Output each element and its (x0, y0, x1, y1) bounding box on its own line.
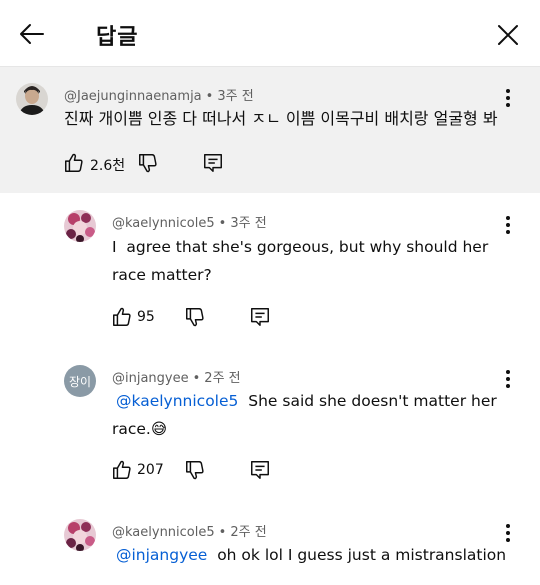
dislike-icon[interactable] (184, 306, 206, 328)
username[interactable]: @injangyee (112, 371, 189, 386)
reply-icon[interactable] (249, 459, 271, 481)
avatar[interactable] (16, 83, 48, 115)
comment-text-line: She said she doesn't matter her (248, 392, 497, 410)
like-icon[interactable] (111, 306, 133, 328)
user-photo-icon (16, 83, 48, 115)
dislike-icon[interactable] (137, 152, 159, 174)
meta-separator: • (218, 525, 227, 540)
username[interactable]: @Jaejunginnaenamja (64, 89, 202, 104)
emoji: 😅 (150, 420, 168, 438)
comment-text-line: oh ok lol I guess just a mistranslation (217, 546, 507, 564)
comment-meta: @kaelynnicole5 • 2주 전 (112, 521, 267, 540)
user-photo-icon (64, 519, 96, 551)
more-options-icon[interactable] (498, 521, 518, 545)
more-options-icon[interactable] (498, 367, 518, 391)
reply-icon[interactable] (202, 152, 224, 174)
like-count: 2.6천 (90, 158, 126, 174)
mention-link[interactable]: @injangyee (116, 546, 207, 564)
comment-text: @injangyee oh ok lol I guess just a mist… (112, 541, 506, 569)
page-title: 답글 (96, 25, 139, 50)
timestamp[interactable]: 2주 전 (204, 371, 240, 386)
timestamp[interactable]: 3주 전 (230, 216, 266, 231)
like-count: 207 (137, 462, 164, 478)
comment-text-line: race matter? (112, 266, 212, 284)
timestamp[interactable]: 3주 전 (217, 89, 253, 104)
comment-text-line: race. (112, 420, 151, 438)
comment-text: 진짜 개이쁨 인종 다 떠나서 ㅈㄴ 이쁨 이목구비 배치랑 얼굴형 봐 (64, 109, 498, 128)
username[interactable]: @kaelynnicole5 (112, 216, 215, 231)
avatar[interactable] (64, 519, 96, 551)
more-options-icon[interactable] (498, 213, 518, 237)
parent-comment: @Jaejunginnaenamja • 3주 전 진짜 개이쁨 인종 다 떠나서 … (0, 67, 540, 193)
username[interactable]: @kaelynnicole5 (112, 525, 215, 540)
meta-separator: • (192, 371, 201, 386)
comment-text: @kaelynnicole5 She said she doesn't matt… (112, 387, 497, 443)
user-photo-icon (64, 210, 96, 242)
meta-separator: • (218, 216, 227, 231)
timestamp[interactable]: 2주 전 (230, 525, 266, 540)
close-icon[interactable] (494, 21, 522, 49)
reply-icon[interactable] (249, 306, 271, 328)
comment-meta: @injangyee • 2주 전 (112, 367, 241, 386)
like-icon[interactable] (63, 152, 85, 174)
avatar[interactable] (64, 210, 96, 242)
meta-separator: • (205, 89, 214, 104)
more-options-icon[interactable] (498, 86, 518, 110)
comment-meta: @Jaejunginnaenamja • 3주 전 (64, 85, 254, 104)
mention-link[interactable]: @kaelynnicole5 (116, 392, 238, 410)
back-arrow-icon[interactable] (18, 20, 46, 48)
like-count: 95 (137, 309, 155, 325)
comment-text-line: I agree that she's gorgeous, but why sho… (112, 238, 489, 256)
replies-header: 답글 (0, 0, 540, 66)
comment-meta: @kaelynnicole5 • 3주 전 (112, 212, 267, 231)
like-icon[interactable] (111, 459, 133, 481)
avatar[interactable]: 장이 (64, 365, 96, 397)
dislike-icon[interactable] (184, 459, 206, 481)
comment-text: I agree that she's gorgeous, but why sho… (112, 233, 488, 289)
